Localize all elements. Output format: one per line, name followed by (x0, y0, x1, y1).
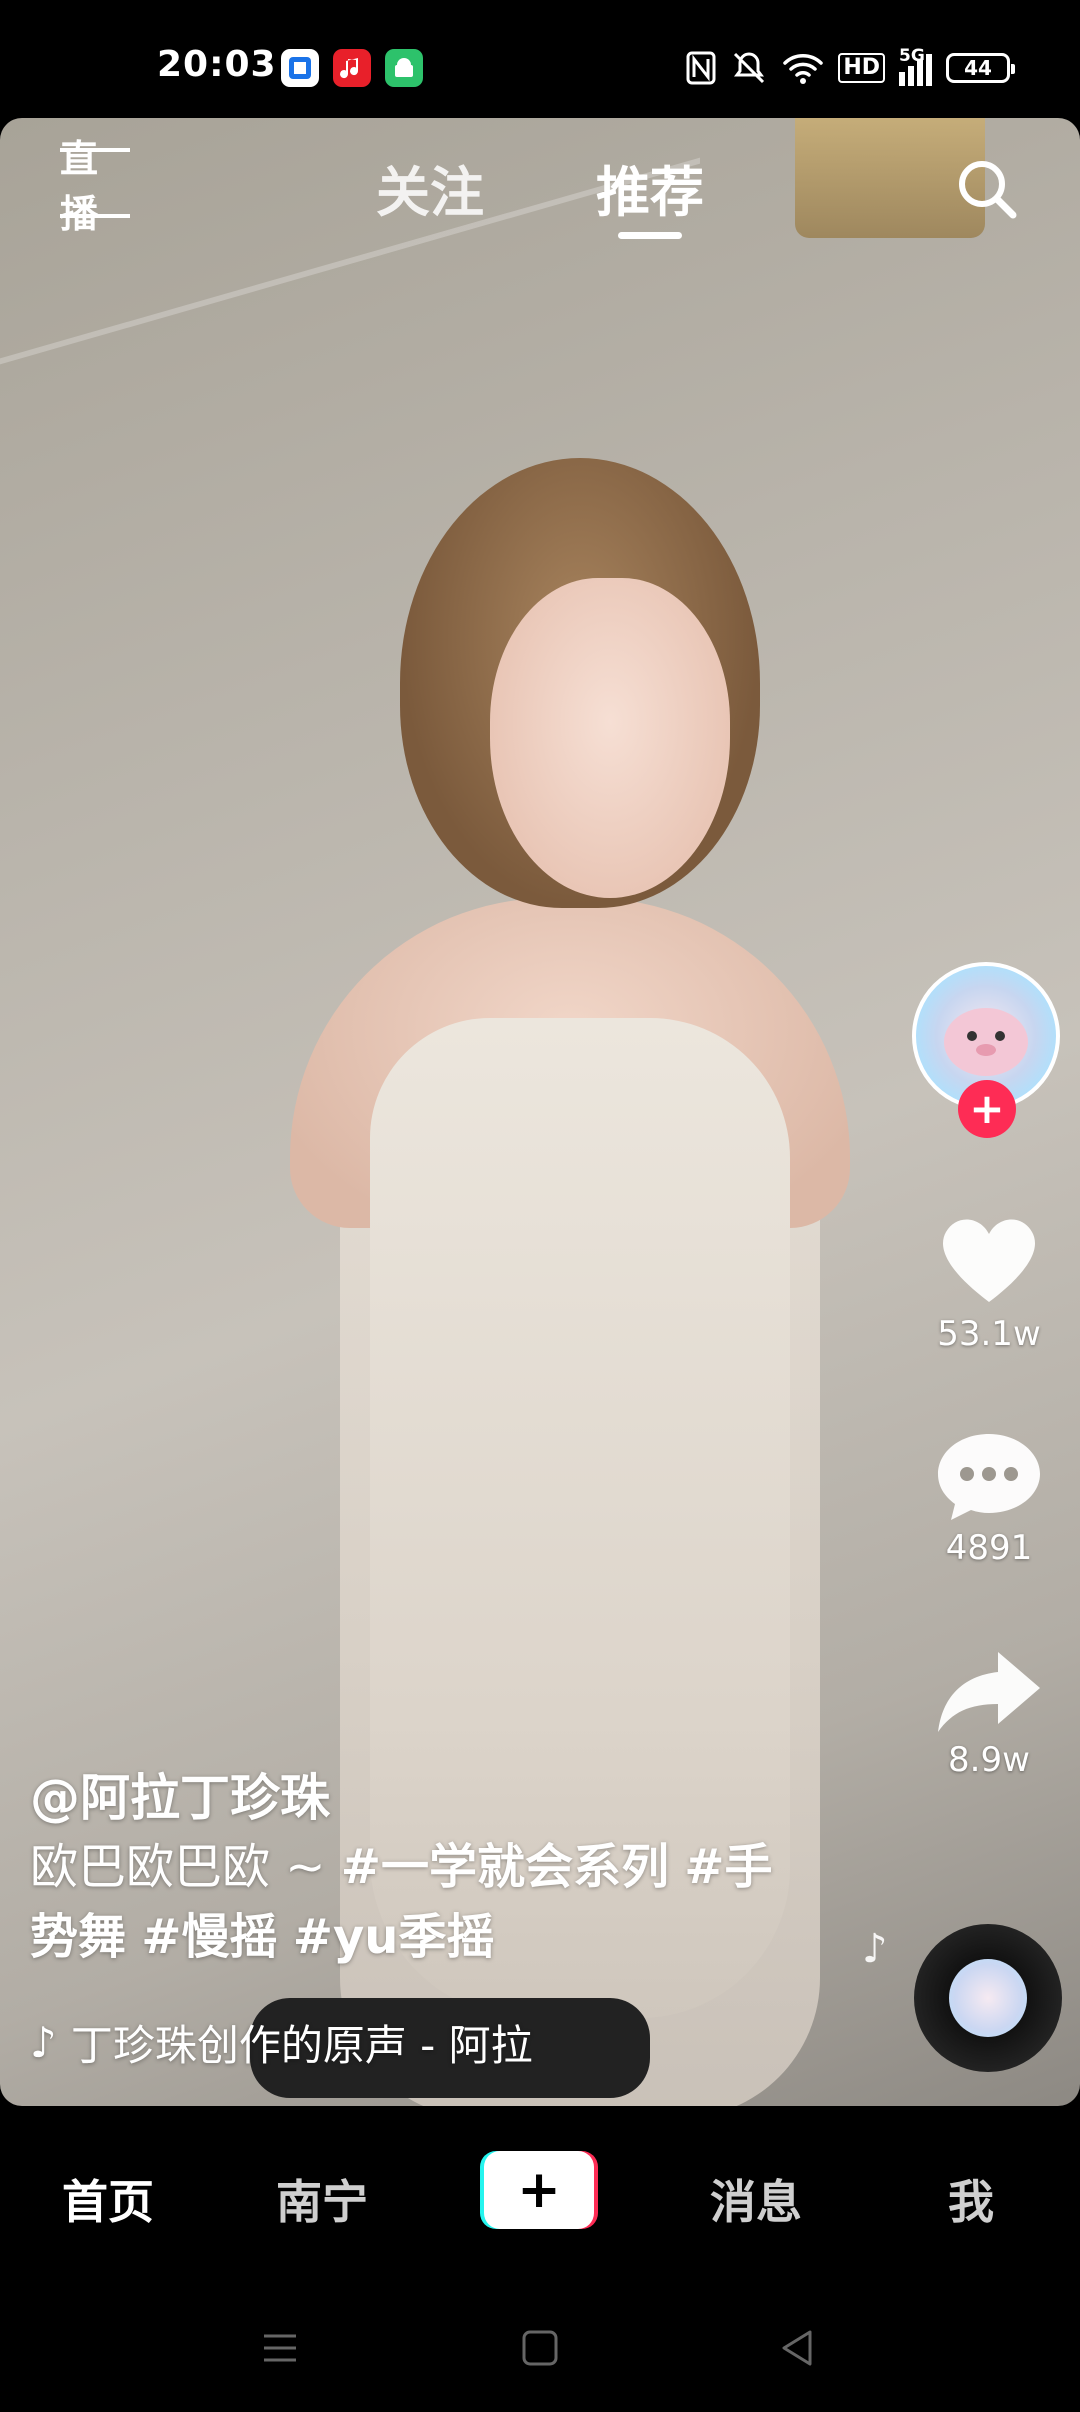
battery-indicator: 44 (946, 53, 1015, 83)
create-button[interactable]: + (480, 2151, 598, 2229)
music-disc[interactable] (914, 1924, 1062, 2072)
wifi-icon (783, 54, 824, 84)
music-cover (949, 1959, 1027, 2037)
video-description: 欧巴欧巴欧 ~ #一学就会系列 #手势舞 #慢摇 #yu季摇 (30, 1832, 790, 1972)
nav-nearby[interactable]: 南宁 (276, 2166, 368, 2232)
comment-action[interactable]: 4891 (924, 1428, 1054, 1568)
comment-icon (938, 1434, 1040, 1520)
active-tab-indicator (618, 232, 682, 239)
sound-title: 丁珍珠创作的原声 - 阿拉 (70, 2020, 533, 2070)
create-plus: + (484, 2151, 594, 2229)
hashtag[interactable]: #yu季摇 (293, 1909, 495, 1965)
hd-badge: HD (838, 53, 885, 83)
home-square-icon[interactable] (518, 2326, 562, 2370)
back-triangle-icon[interactable] (776, 2326, 820, 2370)
bottom-nav: 首页 南宁 + 消息 我 (0, 2106, 1080, 2286)
share-icon (938, 1652, 1040, 1732)
hashtag[interactable]: #慢摇 (141, 1909, 277, 1965)
description-text: 欧巴欧巴欧 ~ (30, 1839, 341, 1895)
nav-home[interactable]: 首页 (62, 2166, 154, 2232)
like-count: 53.1w (937, 1314, 1041, 1354)
author-name[interactable]: @阿拉丁珍珠 (30, 1758, 330, 1830)
follow-button[interactable]: + (958, 1080, 1016, 1138)
status-time: 20:03 (157, 44, 277, 85)
status-bar: 20:03 HD 5G 44 (0, 0, 1080, 118)
live-button[interactable]: 直播 (60, 137, 130, 236)
top-nav: 直播 关注 推荐 (0, 118, 1080, 258)
network-type: 5G (899, 46, 925, 66)
nfc-icon (686, 51, 716, 85)
app-notification-icon (281, 49, 319, 87)
android-app-icon (385, 49, 423, 87)
status-indicators: HD 5G 44 (686, 46, 1015, 90)
system-nav (0, 2286, 1080, 2412)
recents-menu-icon[interactable] (258, 2326, 302, 2370)
nav-me[interactable]: 我 (948, 2166, 994, 2232)
screen: 20:03 HD 5G 44 直播 关注 推荐 + 53.1w 4891 8.9… (0, 0, 1080, 2412)
tab-recommended[interactable]: 推荐 (596, 148, 704, 227)
signal-icon: 5G (899, 46, 932, 86)
music-note-small-icon: ♪ (30, 2017, 57, 2067)
search-icon[interactable] (952, 154, 1022, 224)
nav-messages[interactable]: 消息 (710, 2166, 802, 2232)
music-app-icon (333, 49, 371, 87)
like-action[interactable]: 53.1w (924, 1210, 1054, 1354)
share-count: 8.9w (948, 1740, 1030, 1780)
tab-following[interactable]: 关注 (376, 148, 484, 227)
music-note-icon: ♪ (862, 1926, 888, 1972)
silent-bell-icon (734, 52, 765, 84)
comment-count: 4891 (945, 1528, 1033, 1568)
hashtag[interactable]: #一学就会系列 (341, 1839, 669, 1895)
sound-marquee[interactable]: ♪ 丁珍珠创作的原声 - 阿拉 (30, 2012, 578, 2072)
heart-icon (943, 1219, 1035, 1302)
share-action[interactable]: 8.9w (924, 1646, 1054, 1780)
